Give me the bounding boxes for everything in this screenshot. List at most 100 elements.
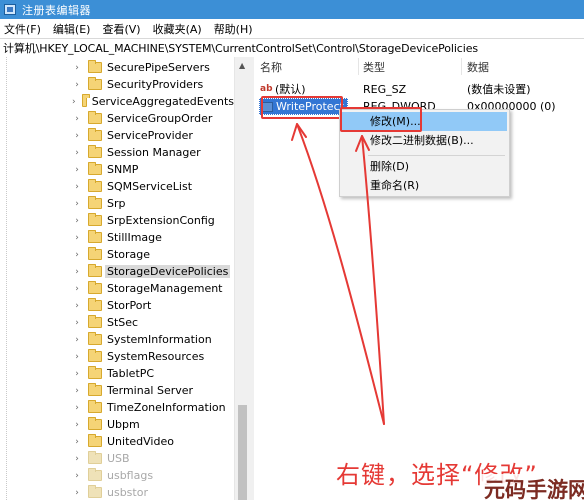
address-path[interactable]: 计算机\HKEY_LOCAL_MACHINE\SYSTEM\CurrentCon…	[0, 40, 478, 56]
address-bar[interactable]: 计算机\HKEY_LOCAL_MACHINE\SYSTEM\CurrentCon…	[0, 38, 584, 58]
chevron-right-icon[interactable]: ›	[72, 80, 82, 90]
chevron-right-icon[interactable]: ›	[72, 216, 82, 226]
tree-item[interactable]: › SystemInformation	[0, 331, 234, 348]
chevron-right-icon[interactable]: ›	[72, 148, 82, 158]
folder-icon	[88, 468, 102, 481]
column-separator[interactable]	[358, 58, 359, 75]
tree-item-label: SrpExtensionConfig	[107, 214, 215, 227]
tree-item[interactable]: › Session Manager	[0, 144, 234, 161]
tree-item-label: SNMP	[107, 163, 139, 176]
tree-item[interactable]: › TabletPC	[0, 365, 234, 382]
tree-item-label: usbflags	[107, 469, 154, 482]
folder-icon	[88, 264, 102, 277]
folder-icon	[88, 128, 102, 141]
tree-item[interactable]: › ServiceProvider	[0, 127, 234, 144]
folder-icon	[88, 349, 102, 362]
menu-file[interactable]: 文件(F)	[0, 21, 49, 37]
chevron-right-icon[interactable]: ›	[72, 352, 82, 362]
chevron-right-icon[interactable]: ›	[72, 97, 76, 107]
menu-favorites[interactable]: 收藏夹(A)	[149, 21, 210, 37]
folder-icon	[88, 434, 102, 447]
chevron-right-icon[interactable]: ›	[72, 250, 82, 260]
tree-item[interactable]: › SystemResources	[0, 348, 234, 365]
menu-view[interactable]: 查看(V)	[98, 21, 148, 37]
folder-icon	[88, 417, 102, 430]
tree-item[interactable]: › SNMP	[0, 161, 234, 178]
chevron-right-icon[interactable]: ›	[72, 420, 82, 430]
chevron-right-icon[interactable]: ›	[72, 284, 82, 294]
tree-item-label: TabletPC	[107, 367, 155, 380]
tree-item[interactable]: › usbstor	[0, 484, 234, 500]
scroll-up-icon[interactable]: ▲	[239, 61, 245, 70]
tree-item[interactable]: › StorageDevicePolicies	[0, 263, 234, 280]
tree-item-label: StorageDevicePolicies	[105, 265, 231, 278]
chevron-right-icon[interactable]: ›	[72, 386, 82, 396]
menu-item-modify-binary[interactable]: 修改二进制数据(B)...	[342, 131, 507, 150]
chevron-right-icon[interactable]: ›	[72, 488, 82, 498]
chevron-right-icon[interactable]: ›	[72, 437, 82, 447]
tree-item[interactable]: › StillImage	[0, 229, 234, 246]
folder-icon	[88, 315, 102, 328]
chevron-right-icon[interactable]: ›	[72, 471, 82, 481]
tree-item[interactable]: › UnitedVideo	[0, 433, 234, 450]
tree-item[interactable]: › SecurePipeServers	[0, 59, 234, 76]
folder-icon	[88, 400, 102, 413]
chevron-right-icon[interactable]: ›	[72, 318, 82, 328]
tree-item-label: ServiceAggregatedEvents	[91, 95, 234, 108]
chevron-right-icon[interactable]: ›	[72, 335, 82, 345]
menu-help[interactable]: 帮助(H)	[210, 21, 261, 37]
tree-item-label: UnitedVideo	[107, 435, 174, 448]
folder-icon	[88, 60, 102, 73]
tree-item[interactable]: › SrpExtensionConfig	[0, 212, 234, 229]
folder-icon	[88, 366, 102, 379]
chevron-right-icon[interactable]: ›	[72, 199, 82, 209]
folder-icon	[88, 77, 102, 90]
chevron-right-icon[interactable]: ›	[72, 301, 82, 311]
menu-edit[interactable]: 编辑(E)	[49, 21, 99, 37]
folder-icon	[88, 213, 102, 226]
tree-item[interactable]: › StSec	[0, 314, 234, 331]
chevron-right-icon[interactable]: ›	[72, 233, 82, 243]
chevron-right-icon[interactable]: ›	[72, 403, 82, 413]
tree-item[interactable]: › ServiceGroupOrder	[0, 110, 234, 127]
tree-item-label: StorageManagement	[107, 282, 223, 295]
tree-item[interactable]: › USB	[0, 450, 234, 467]
tree-item[interactable]: › Terminal Server	[0, 382, 234, 399]
tree-item[interactable]: › SQMServiceList	[0, 178, 234, 195]
chevron-right-icon[interactable]: ›	[72, 114, 82, 124]
tree-item-label: SecurityProviders	[107, 78, 204, 91]
chevron-right-icon[interactable]: ›	[72, 63, 82, 73]
menu-item-rename[interactable]: 重命名(R)	[342, 176, 507, 195]
chevron-right-icon[interactable]: ›	[72, 454, 82, 464]
column-header-data[interactable]: 数据	[467, 57, 489, 77]
tree-item[interactable]: › Storage	[0, 246, 234, 263]
column-header-type[interactable]: 类型	[363, 57, 385, 77]
column-separator[interactable]	[461, 58, 462, 75]
chevron-right-icon[interactable]: ›	[72, 267, 82, 277]
tree-scrollbar[interactable]: ▲	[234, 57, 250, 500]
tree-item[interactable]: › Ubpm	[0, 416, 234, 433]
tree-scroll-thumb[interactable]	[238, 405, 247, 500]
tree-item[interactable]: › ServiceAggregatedEvents	[0, 93, 234, 110]
key-tree: › SecurePipeServers › SecurityProviders › Ser…	[0, 57, 250, 500]
tree-item[interactable]: › usbflags	[0, 467, 234, 484]
folder-icon	[88, 111, 102, 124]
menu-separator	[368, 155, 505, 156]
tree-item-label: Terminal Server	[107, 384, 194, 397]
chevron-right-icon[interactable]: ›	[72, 369, 82, 379]
menu-item-delete[interactable]: 删除(D)	[342, 157, 507, 176]
chevron-right-icon[interactable]: ›	[72, 165, 82, 175]
tree-item[interactable]: › StorageManagement	[0, 280, 234, 297]
column-header-name[interactable]: 名称	[260, 57, 282, 77]
tree-item[interactable]: › TimeZoneInformation	[0, 399, 234, 416]
tree-item[interactable]: › StorPort	[0, 297, 234, 314]
window-titlebar: 注册表编辑器	[0, 0, 584, 19]
tree-item[interactable]: › SecurityProviders	[0, 76, 234, 93]
chevron-right-icon[interactable]: ›	[72, 131, 82, 141]
folder-icon	[81, 94, 90, 107]
tree-item[interactable]: › Srp	[0, 195, 234, 212]
folder-icon	[88, 332, 102, 345]
chevron-right-icon[interactable]: ›	[72, 182, 82, 192]
tree-item-label: Storage	[107, 248, 151, 261]
tree-item-label: usbstor	[107, 486, 148, 499]
